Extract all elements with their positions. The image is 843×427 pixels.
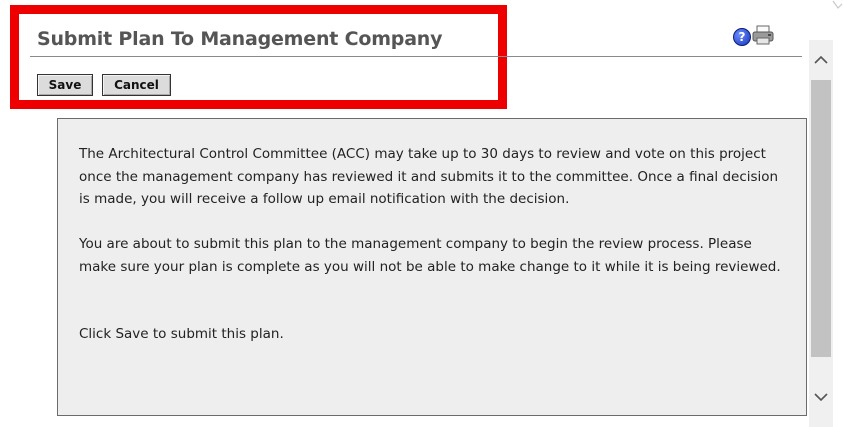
- instructions-panel: The Architectural Control Committee (ACC…: [57, 118, 807, 416]
- instructions-paragraph-review-timeline: The Architectural Control Committee (ACC…: [79, 146, 779, 207]
- scroll-down-arrow-icon[interactable]: [809, 385, 833, 409]
- vertical-scrollbar[interactable]: [809, 40, 833, 427]
- help-icon[interactable]: ?: [733, 28, 751, 46]
- printer-icon[interactable]: [752, 25, 774, 45]
- page-title: Submit Plan To Management Company: [37, 28, 443, 50]
- header-divider: [30, 56, 802, 57]
- cancel-button[interactable]: Cancel: [102, 74, 171, 96]
- scroll-up-arrow-icon[interactable]: [809, 48, 833, 72]
- instructions-paragraph-save-prompt: Click Save to submit this plan.: [79, 326, 284, 342]
- instructions-paragraph-submission-warning: You are about to submit this plan to the…: [79, 236, 781, 275]
- corner-cursor-icon: [832, 0, 843, 9]
- scrollbar-thumb[interactable]: [811, 80, 831, 357]
- save-button[interactable]: Save: [37, 74, 93, 96]
